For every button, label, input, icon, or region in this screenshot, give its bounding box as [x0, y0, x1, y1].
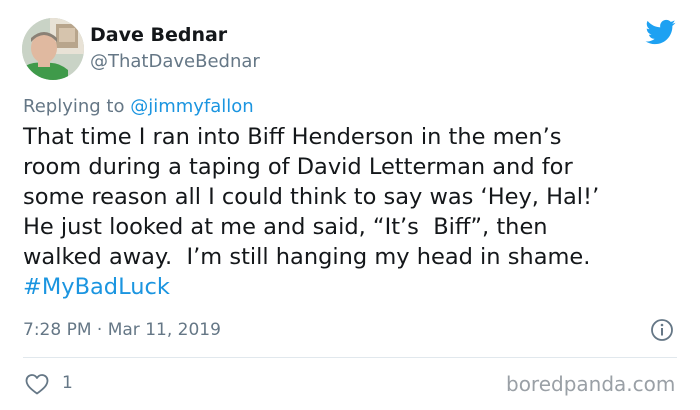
author-display-name[interactable]: Dave Bednar: [90, 24, 227, 46]
tweet-text: That time I ran into Biff Henderson in t…: [23, 124, 600, 270]
tweet-timestamp[interactable]: 7:28 PM · Mar 11, 2019: [23, 320, 221, 340]
reply-mention-link[interactable]: @jimmyfallon: [130, 96, 254, 117]
reply-context: Replying to @jimmyfallon: [23, 96, 254, 117]
author-handle[interactable]: @ThatDaveBednar: [90, 51, 260, 72]
heart-icon[interactable]: [25, 373, 49, 395]
avatar[interactable]: [22, 18, 84, 80]
info-icon[interactable]: [650, 318, 674, 342]
twitter-bird-icon[interactable]: [645, 17, 677, 47]
reply-prefix: Replying to: [23, 96, 131, 117]
tweet-card: Dave Bednar @ThatDaveBednar Replying to …: [0, 0, 700, 410]
hashtag-link[interactable]: #MyBadLuck: [23, 272, 170, 302]
like-count: 1: [62, 373, 73, 393]
divider: [23, 357, 677, 358]
watermark-text: boredpanda.com: [506, 372, 676, 396]
